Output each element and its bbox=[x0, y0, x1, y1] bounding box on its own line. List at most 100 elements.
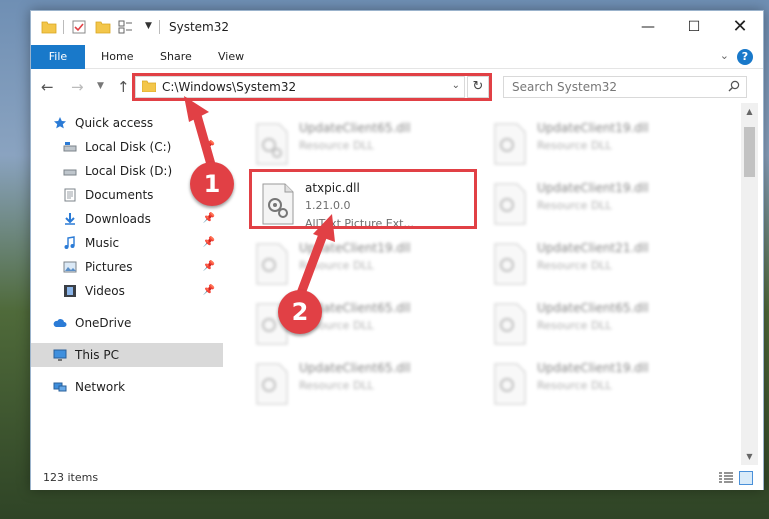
tab-view[interactable]: View bbox=[218, 45, 244, 69]
file-item[interactable]: UpdateClient19.dll Resource DLL bbox=[247, 237, 467, 293]
sidebar-item-quick-access[interactable]: Quick access bbox=[31, 111, 223, 135]
forward-button[interactable]: → bbox=[71, 78, 84, 96]
tab-share[interactable]: Share bbox=[160, 45, 192, 69]
documents-icon bbox=[64, 188, 76, 202]
dll-file-icon bbox=[494, 363, 526, 405]
recent-locations-icon[interactable]: ▼ bbox=[97, 81, 104, 91]
search-icon[interactable] bbox=[728, 80, 740, 92]
cloud-icon bbox=[53, 319, 67, 327]
computer-icon bbox=[53, 349, 67, 361]
file-type: Resource DLL bbox=[537, 259, 612, 272]
network-icon bbox=[53, 382, 67, 392]
dll-file-icon bbox=[494, 123, 526, 165]
pictures-icon bbox=[63, 261, 77, 273]
dll-file-icon bbox=[494, 243, 526, 285]
scroll-up-icon[interactable]: ▲ bbox=[741, 103, 758, 120]
minimize-button[interactable]: — bbox=[625, 11, 671, 43]
sidebar-item-label: Pictures bbox=[85, 260, 133, 274]
properties-check-icon[interactable] bbox=[71, 19, 87, 35]
folder-icon[interactable] bbox=[41, 19, 57, 35]
dll-file-icon bbox=[494, 303, 526, 345]
file-name: UpdateClient19.dll bbox=[537, 121, 649, 135]
item-count: 123 items bbox=[43, 471, 99, 484]
file-item[interactable]: UpdateClient65.dll Resource DLL bbox=[247, 357, 467, 413]
title-bar: ▼ System32 — ☐ ✕ bbox=[31, 11, 763, 45]
pin-icon[interactable]: 📌 bbox=[203, 279, 215, 303]
pin-icon[interactable]: 📌 bbox=[203, 231, 215, 255]
pin-icon[interactable]: 📌 bbox=[203, 255, 215, 279]
file-item[interactable]: UpdateClient65.dll Resource DLL bbox=[485, 297, 705, 353]
customize-icon[interactable] bbox=[117, 19, 133, 35]
sidebar-item-label: This PC bbox=[75, 348, 119, 362]
divider bbox=[159, 20, 160, 34]
step-1-badge: 1 bbox=[190, 162, 234, 206]
sidebar-item-network[interactable]: Network bbox=[31, 375, 223, 399]
back-button[interactable]: ← bbox=[41, 78, 54, 96]
search-box[interactable]: Search System32 bbox=[503, 76, 747, 98]
sidebar-item-videos[interactable]: Videos 📌 bbox=[31, 279, 223, 303]
drive-icon bbox=[63, 142, 77, 152]
star-icon bbox=[54, 117, 66, 129]
file-name: UpdateClient65.dll bbox=[299, 361, 411, 375]
sidebar-item-label: Documents bbox=[85, 188, 154, 202]
details-view-icon[interactable] bbox=[719, 472, 733, 484]
sidebar-item-pictures[interactable]: Pictures 📌 bbox=[31, 255, 223, 279]
sidebar-item-this-pc[interactable]: This PC bbox=[31, 343, 223, 367]
navigation-pane: Quick access Local Disk (C:) 📌 Local Dis… bbox=[31, 103, 227, 465]
file-type: Resource DLL bbox=[299, 379, 374, 392]
dll-file-icon bbox=[494, 183, 526, 225]
videos-icon bbox=[64, 285, 76, 297]
download-icon bbox=[65, 213, 75, 225]
sidebar-item-label: OneDrive bbox=[75, 316, 132, 330]
file-item[interactable]: UpdateClient19.dll Resource DLL bbox=[485, 357, 705, 413]
sidebar-item-label: Downloads bbox=[85, 212, 151, 226]
tiles-view-icon[interactable] bbox=[739, 471, 753, 485]
up-button[interactable]: ↑ bbox=[117, 78, 130, 96]
status-bar: 123 items bbox=[31, 467, 763, 490]
file-item[interactable]: UpdateClient21.dll Resource DLL bbox=[485, 237, 705, 293]
file-highlight-box bbox=[249, 169, 477, 229]
divider bbox=[63, 20, 64, 34]
pin-icon[interactable]: 📌 bbox=[203, 207, 215, 231]
scroll-thumb[interactable] bbox=[744, 127, 755, 177]
search-placeholder: Search System32 bbox=[512, 80, 618, 94]
vertical-scrollbar[interactable]: ▲ ▼ bbox=[741, 103, 758, 465]
file-type: Resource DLL bbox=[299, 139, 374, 152]
file-type: Resource DLL bbox=[537, 139, 612, 152]
sidebar-item-label: Local Disk (C:) bbox=[85, 140, 172, 154]
ribbon-tabs: File Home Share View ⌄ ? bbox=[31, 45, 763, 69]
help-icon[interactable]: ? bbox=[737, 49, 753, 65]
dll-file-icon bbox=[256, 123, 288, 165]
address-highlight-box bbox=[132, 73, 492, 101]
sidebar-item-music[interactable]: Music 📌 bbox=[31, 231, 223, 255]
file-name: UpdateClient21.dll bbox=[537, 241, 649, 255]
sidebar-item-label: Network bbox=[75, 380, 126, 394]
file-type: Resource DLL bbox=[299, 259, 374, 272]
scroll-down-icon[interactable]: ▼ bbox=[741, 448, 758, 465]
close-button[interactable]: ✕ bbox=[717, 11, 763, 43]
sidebar-item-label: Quick access bbox=[75, 116, 154, 130]
file-name: UpdateClient19.dll bbox=[537, 361, 649, 375]
sidebar-item-label: Videos bbox=[85, 284, 125, 298]
sidebar-item-onedrive[interactable]: OneDrive bbox=[31, 311, 223, 335]
tab-home[interactable]: Home bbox=[101, 45, 133, 69]
file-list: UpdateClient65.dll Resource DLL atxpic.d… bbox=[227, 103, 741, 465]
tab-file[interactable]: File bbox=[31, 45, 85, 69]
sidebar-item-downloads[interactable]: Downloads 📌 bbox=[31, 207, 223, 231]
file-item[interactable]: UpdateClient19.dll Resource DLL bbox=[485, 177, 705, 233]
maximize-button[interactable]: ☐ bbox=[671, 11, 717, 43]
navigation-bar: ← → ▼ ↑ C:\Windows\System32 ⌄ ↻ Search S… bbox=[31, 70, 763, 102]
step-2-badge: 2 bbox=[278, 290, 322, 334]
new-folder-icon[interactable] bbox=[95, 19, 111, 35]
sidebar-item-local-disk-c[interactable]: Local Disk (C:) 📌 bbox=[31, 135, 223, 159]
window-title: System32 bbox=[169, 20, 230, 34]
file-item[interactable]: UpdateClient19.dll Resource DLL bbox=[485, 117, 705, 173]
file-item[interactable]: UpdateClient65.dll Resource DLL bbox=[247, 117, 467, 173]
pin-icon[interactable]: 📌 bbox=[203, 135, 215, 159]
explorer-window: ▼ System32 — ☐ ✕ File Home Share View ⌄ … bbox=[30, 10, 764, 490]
file-name: UpdateClient19.dll bbox=[299, 241, 411, 255]
drive-icon bbox=[63, 169, 77, 176]
dll-file-icon bbox=[256, 243, 288, 285]
sidebar-item-label: Local Disk (D:) bbox=[85, 164, 173, 178]
expand-ribbon-icon[interactable]: ⌄ bbox=[720, 49, 729, 62]
